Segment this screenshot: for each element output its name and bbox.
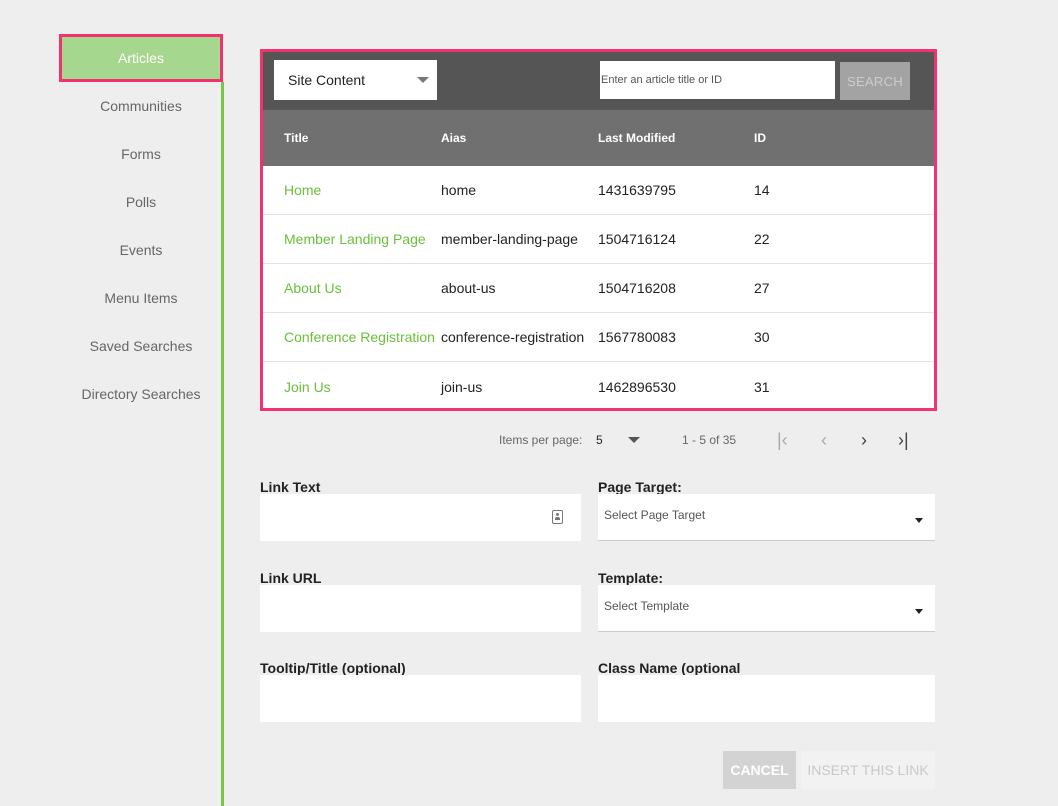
article-last-modified: 1431639795 [598,182,676,198]
article-alias: member-landing-page [441,231,578,247]
items-per-page-label: Items per page: [499,433,583,447]
column-header-alias[interactable]: Aias [441,131,466,145]
link-text-field[interactable] [260,494,581,541]
caret-down-icon[interactable] [628,437,640,443]
page-target-select[interactable]: Select Page Target [598,494,935,541]
search-button[interactable]: SEARCH [840,62,910,100]
table-body: Home home 1431639795 14 Member Landing P… [263,166,934,408]
next-page-icon[interactable]: › [861,429,867,451]
article-title-link[interactable]: Conference Registration [284,329,435,345]
articles-panel: Site Content SEARCH Title Aias Last Modi… [260,49,937,411]
contact-card-icon[interactable] [552,510,563,524]
caret-down-icon [915,518,923,523]
table-toolbar: Site Content SEARCH [263,52,934,110]
pagination: Items per page: 5 1 - 5 of 35 |‹ ‹ › ›| [260,429,937,451]
sidebar-item-communities[interactable]: Communities [59,82,223,130]
sidebar: Articles Communities Forms Polls Events … [59,34,223,806]
article-alias: home [441,182,477,198]
sidebar-item-forms[interactable]: Forms [59,130,223,178]
table-row[interactable]: About Us about-us 1504716208 27 [263,264,934,313]
page-target-label: Page Target: [598,479,682,495]
insert-link-button[interactable]: INSERT THIS LINK [801,751,935,789]
cancel-button[interactable]: CANCEL [723,751,796,789]
article-last-modified: 1504716208 [598,280,676,296]
article-search-input[interactable] [600,61,835,99]
article-title-link[interactable]: About Us [284,280,342,296]
article-id: 31 [754,378,770,395]
template-select[interactable]: Select Template [598,585,935,632]
article-last-modified: 1462896530 [598,378,676,395]
sidebar-item-events[interactable]: Events [59,226,223,274]
sidebar-item-polls[interactable]: Polls [59,178,223,226]
column-header-id[interactable]: ID [754,131,766,145]
caret-down-icon [915,609,923,614]
table-row[interactable]: Conference Registration conference-regis… [263,313,934,362]
article-title-link[interactable]: Home [284,182,321,198]
sidebar-item-directory-searches[interactable]: Directory Searches [59,370,223,418]
class-name-label: Class Name (optional [598,660,741,676]
link-url-field[interactable] [260,585,581,632]
link-text-label: Link Text [260,479,321,495]
column-header-title[interactable]: Title [284,131,308,145]
tooltip-field[interactable] [260,675,581,722]
page-target-placeholder: Select Page Target [604,508,706,522]
table-row[interactable]: Home home 1431639795 14 [263,166,934,215]
items-per-page-select[interactable]: 5 [596,433,603,447]
article-title-link[interactable]: Join Us [284,379,331,395]
link-url-label: Link URL [260,570,322,586]
content-type-select[interactable]: Site Content [274,60,437,100]
column-header-last-modified[interactable]: Last Modified [598,131,675,145]
caret-down-icon [417,77,429,83]
first-page-icon[interactable]: |‹ [777,429,788,451]
article-id: 22 [754,231,770,247]
article-last-modified: 1504716124 [598,231,676,247]
article-last-modified: 1567780083 [598,329,676,345]
last-page-icon[interactable]: ›| [898,429,909,451]
sidebar-item-saved-searches[interactable]: Saved Searches [59,322,223,370]
article-id: 14 [754,182,770,198]
article-alias: join-us [441,378,483,395]
article-alias: conference-registration [441,329,585,345]
content-type-value: Site Content [288,72,366,88]
previous-page-icon[interactable]: ‹ [821,429,827,451]
article-title-link[interactable]: Member Landing Page [284,231,426,247]
sidebar-item-menu-items[interactable]: Menu Items [59,274,223,322]
article-id: 27 [754,280,770,296]
pagination-range: 1 - 5 of 35 [682,433,737,447]
class-name-field[interactable] [598,675,935,722]
article-alias: about-us [441,280,496,296]
table-row[interactable]: Join Us join-us 1462896530 31 [263,362,934,408]
table-header: Title Aias Last Modified ID [263,110,934,166]
template-label: Template: [598,570,664,586]
tooltip-label: Tooltip/Title (optional) [260,660,406,676]
table-row[interactable]: Member Landing Page member-landing-page … [263,215,934,264]
article-id: 30 [754,329,770,345]
template-placeholder: Select Template [604,599,690,613]
sidebar-item-articles[interactable]: Articles [59,34,223,82]
